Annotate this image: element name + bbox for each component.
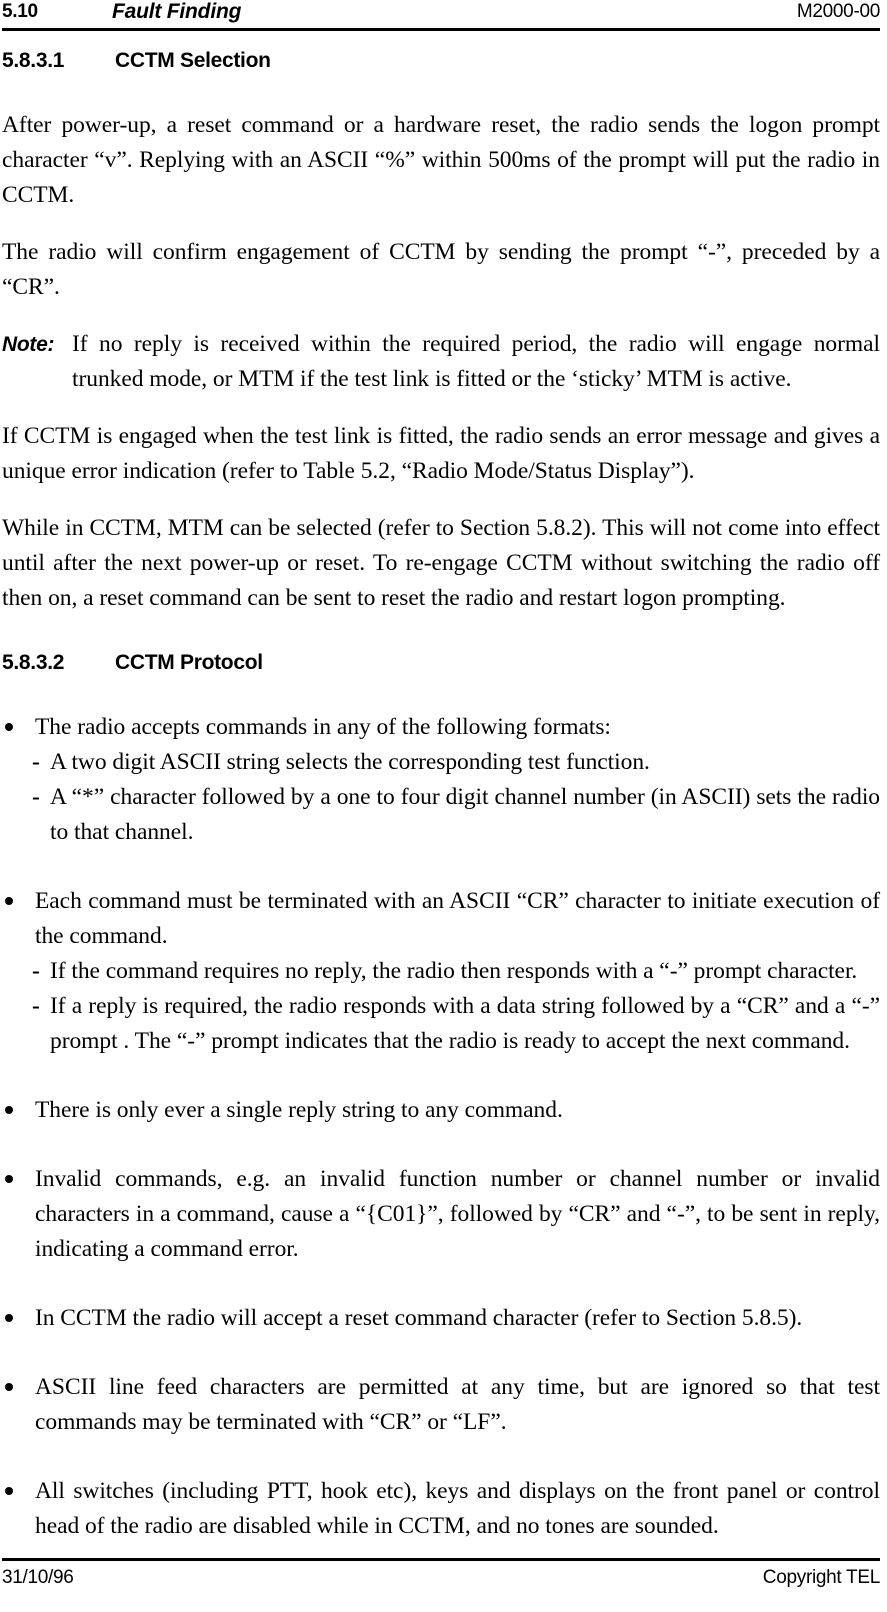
list-item: All switches (including PTT, hook etc), … — [2, 1474, 880, 1544]
list-item: Each command must be terminated with an … — [2, 884, 880, 954]
note-text: If no reply is received within the requi… — [72, 331, 880, 392]
list-item-text: ASCII line feed characters are permitted… — [35, 1374, 880, 1435]
bullet-icon — [2, 884, 35, 919]
bullet-icon — [2, 1162, 35, 1197]
heading-number: 5.8.3.2 — [2, 651, 65, 674]
list-item: The radio accepts commands in any of the… — [2, 710, 880, 745]
sub-list-item-text: If the command requires no reply, the ra… — [50, 958, 858, 984]
bullet-icon — [2, 710, 35, 745]
footer-divider — [2, 1558, 880, 1561]
heading-text: CCTM Protocol — [115, 651, 263, 674]
document-page: 5.10 Fault Finding M2000-00 5.8.3.1 CCTM… — [0, 0, 887, 1612]
header-document-number: M2000-00 — [796, 1, 880, 22]
heading-number: 5.8.3.1 — [2, 49, 65, 72]
header-title: Fault Finding — [112, 0, 242, 23]
dash-icon: - — [32, 958, 40, 984]
header-divider — [2, 28, 880, 31]
list-item-text: Invalid commands, e.g. an invalid functi… — [35, 1166, 880, 1262]
bullet-icon — [2, 1301, 35, 1336]
sub-list-item-text: If a reply is required, the radio respon… — [50, 993, 880, 1054]
sub-list-item: - A two digit ASCII string selects the c… — [2, 745, 880, 780]
heading-5-8-3-2: 5.8.3.2 CCTM Protocol — [2, 650, 880, 676]
list-item: Invalid commands, e.g. an invalid functi… — [2, 1162, 880, 1267]
sub-list-item-text: A two digit ASCII string selects the cor… — [50, 749, 650, 775]
list-item: ASCII line feed characters are permitted… — [2, 1370, 880, 1440]
paragraph-mtm-selection: While in CCTM, MTM can be selected (refe… — [2, 515, 880, 611]
list-item-text: There is only ever a single reply string… — [35, 1097, 563, 1123]
sub-list-item: - If a reply is required, the radio resp… — [2, 989, 880, 1059]
list-item: In CCTM the radio will accept a reset co… — [2, 1301, 880, 1336]
paragraph-test-link-error: If CCTM is engaged when the test link is… — [2, 423, 880, 484]
footer-copyright: Copyright TEL — [762, 1567, 881, 1588]
heading-text: CCTM Selection — [115, 49, 271, 72]
page-content: 5.8.3.1 CCTM Selection After power-up, a… — [2, 48, 880, 1544]
dash-icon: - — [32, 749, 40, 775]
dash-icon: - — [32, 784, 40, 810]
list-item-text: The radio accepts commands in any of the… — [35, 714, 611, 740]
sub-list-item: - If the command requires no reply, the … — [2, 954, 880, 989]
paragraph-power-up: After power-up, a reset command or a har… — [2, 112, 880, 208]
dash-icon: - — [32, 993, 40, 1019]
page-footer: 31/10/96 Copyright TEL — [2, 1566, 880, 1590]
bullet-icon — [2, 1474, 35, 1509]
list-item-text: In CCTM the radio will accept a reset co… — [35, 1305, 803, 1331]
heading-5-8-3-1: 5.8.3.1 CCTM Selection — [2, 48, 880, 74]
note-label: Note: — [2, 333, 55, 356]
page-header: 5.10 Fault Finding M2000-00 — [2, 0, 880, 30]
note-block: Note: If no reply is received within the… — [2, 327, 880, 397]
sub-list-item: - A “*” character followed by a one to f… — [2, 780, 880, 850]
header-section-number: 5.10 — [2, 1, 38, 22]
list-item-text: All switches (including PTT, hook etc), … — [35, 1478, 880, 1539]
list-item-text: Each command must be terminated with an … — [35, 888, 880, 949]
footer-date: 31/10/96 — [2, 1567, 74, 1588]
list-item: There is only ever a single reply string… — [2, 1093, 880, 1128]
sub-list-item-text: A “*” character followed by a one to fou… — [50, 784, 880, 845]
bullet-icon — [2, 1370, 35, 1405]
bullet-icon — [2, 1093, 35, 1128]
paragraph-confirm-engagement: The radio will confirm engagement of CCT… — [2, 239, 880, 300]
